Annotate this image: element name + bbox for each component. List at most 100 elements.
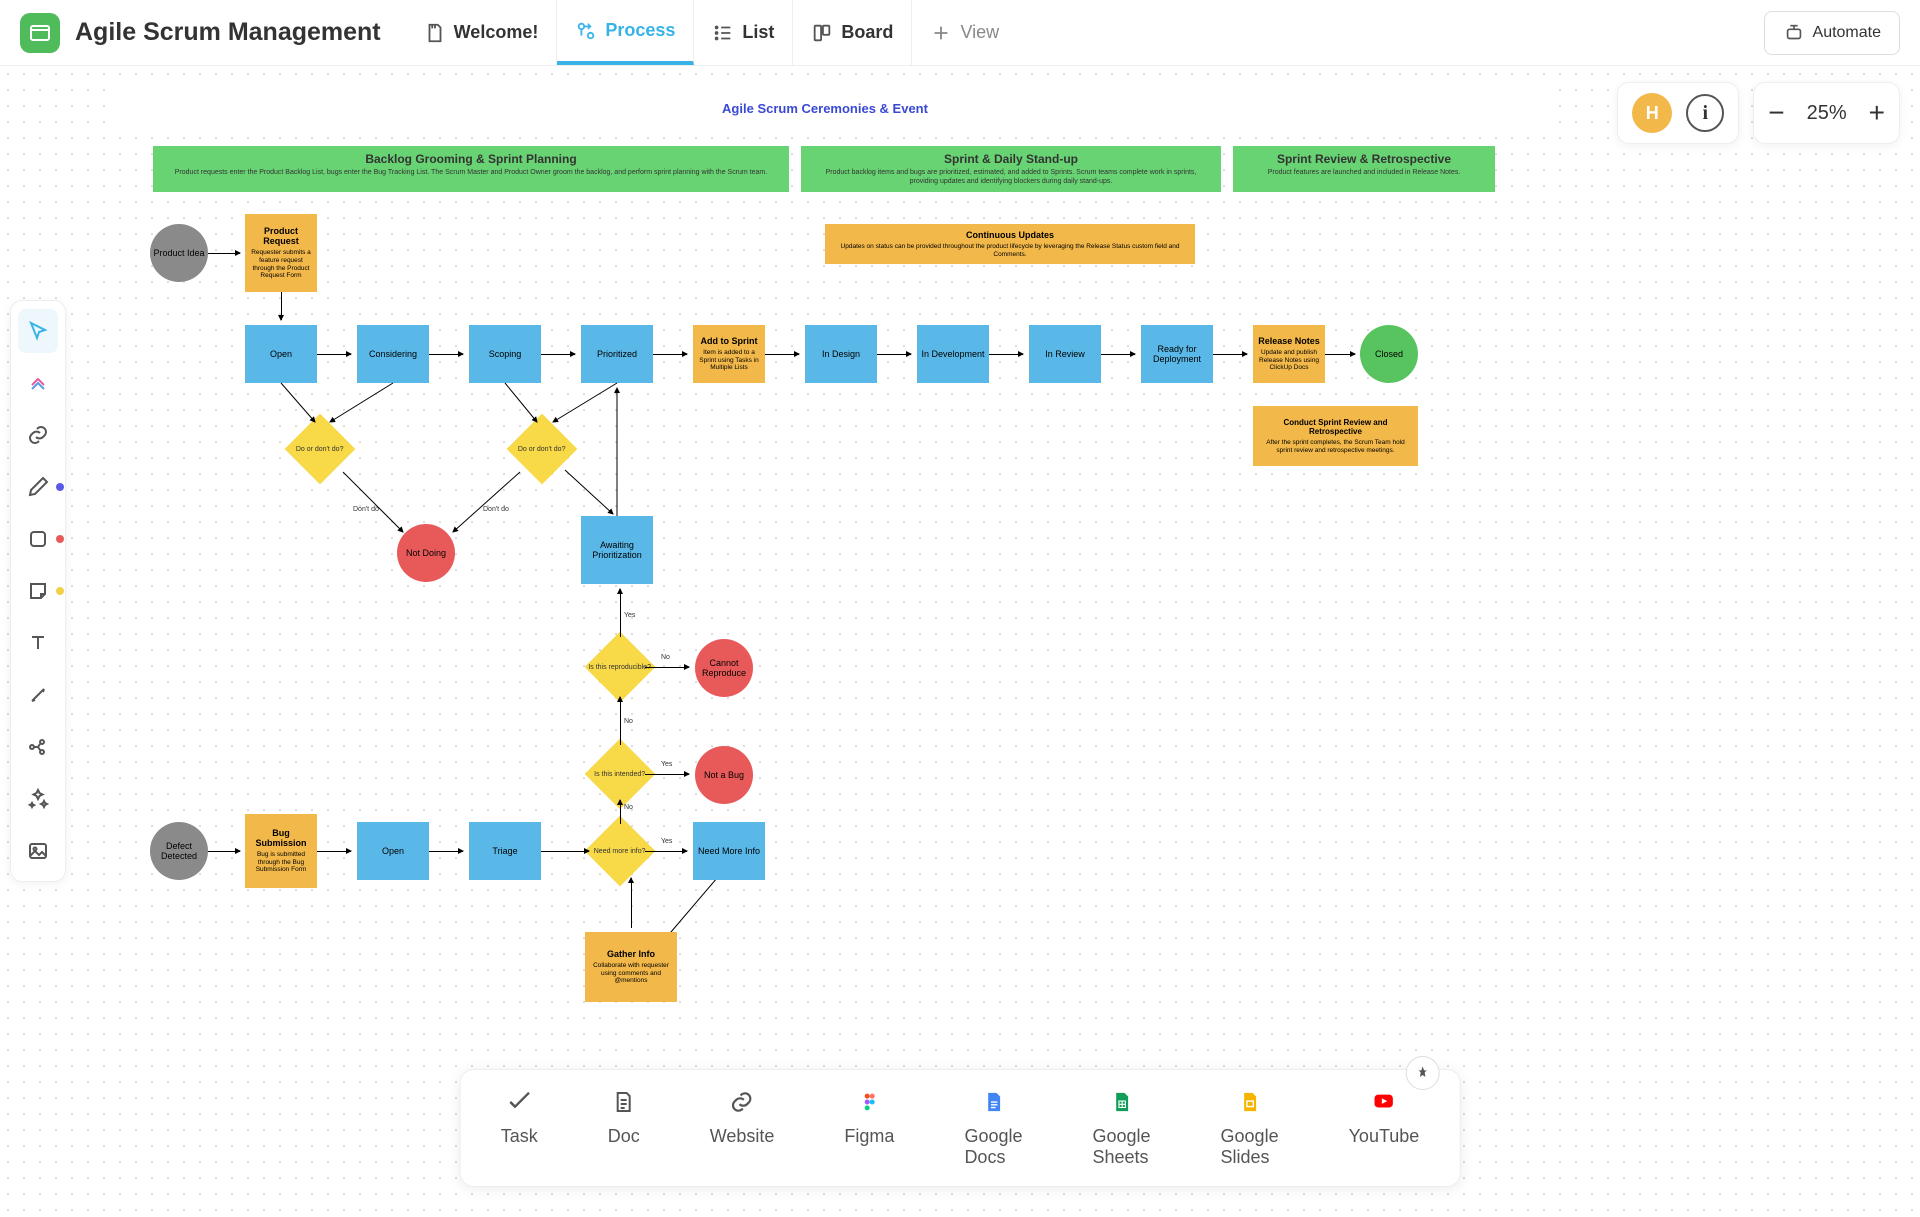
node-add-sprint: Add to Sprint Item is added to a Sprint … (693, 325, 765, 383)
tab-list[interactable]: List (694, 0, 793, 65)
tab-process[interactable]: Process (557, 0, 694, 65)
tab-label: Process (605, 20, 675, 41)
tab-label: View (960, 22, 999, 43)
arrow (765, 354, 799, 355)
zoom-in-button[interactable]: + (1869, 99, 1885, 127)
organize-tool[interactable] (18, 725, 58, 769)
label-dont2: Don't do (483, 506, 509, 513)
top-right-controls: H i − 25% + (1617, 82, 1900, 144)
dock-task[interactable]: Task (501, 1088, 538, 1168)
node-defect: Defect Detected (150, 822, 208, 880)
phase-backlog: Backlog Grooming & Sprint Planning Produ… (153, 146, 789, 192)
arrow (208, 253, 240, 254)
arrow (645, 667, 689, 668)
node-need-more: Need More Info (693, 822, 765, 880)
node-in-review: In Review (1029, 325, 1101, 383)
phase-review: Sprint Review & Retrospective Product fe… (1233, 146, 1495, 192)
arrow (620, 800, 621, 824)
node-retro: Conduct Sprint Review and Retrospective … (1253, 406, 1418, 466)
figma-icon (855, 1088, 883, 1116)
node-notbug: Not a Bug (695, 746, 753, 804)
tab-add-view[interactable]: View (912, 0, 1017, 65)
node-cannot: Cannot Reproduce (695, 639, 753, 697)
arrow (429, 354, 463, 355)
diagram-title-area: Agile Scrum Ceremonies & Event (105, 84, 1545, 132)
select-tool[interactable] (18, 309, 58, 353)
dock-figma[interactable]: Figma (844, 1088, 894, 1168)
node-prioritized: Prioritized (581, 325, 653, 383)
phase-sprint: Sprint & Daily Stand-up Product backlog … (801, 146, 1221, 192)
tab-board[interactable]: Board (793, 0, 912, 65)
gslides-icon (1236, 1088, 1264, 1116)
dock-doc[interactable]: Doc (608, 1088, 640, 1168)
user-pill: H i (1617, 82, 1739, 144)
automate-label: Automate (1813, 24, 1881, 42)
ai-tool[interactable] (18, 777, 58, 821)
automate-button[interactable]: Automate (1764, 11, 1900, 55)
arrow (541, 354, 575, 355)
doc-icon (610, 1088, 638, 1116)
left-toolbar (10, 300, 66, 882)
avatar[interactable]: H (1632, 93, 1672, 133)
node-open: Open (245, 325, 317, 383)
node-not-doing: Not Doing (397, 524, 455, 582)
tabs: Welcome! Process List Board View (406, 0, 1018, 65)
dock-gsheets[interactable]: Google Sheets (1092, 1088, 1150, 1168)
diagram-title: Agile Scrum Ceremonies & Event (722, 101, 928, 116)
node-product-idea: Product Idea (150, 224, 208, 282)
label-yes2: Yes (661, 761, 672, 768)
info-button[interactable]: i (1686, 94, 1724, 132)
arrow (645, 774, 689, 775)
gdocs-icon (979, 1088, 1007, 1116)
zoom-value: 25% (1807, 102, 1847, 125)
link-tool[interactable] (18, 413, 58, 457)
connector-tool[interactable] (18, 673, 58, 717)
arrow (645, 851, 687, 852)
tab-label: Welcome! (454, 22, 539, 43)
gsheets-icon (1108, 1088, 1136, 1116)
youtube-icon (1370, 1088, 1398, 1116)
shape-tool[interactable] (18, 517, 58, 561)
image-tool[interactable] (18, 829, 58, 873)
dock-youtube[interactable]: YouTube (1349, 1088, 1420, 1168)
app-icon (20, 13, 60, 53)
node-continuous-updates: Continuous Updates Updates on status can… (825, 224, 1195, 264)
pen-tool[interactable] (18, 465, 58, 509)
header: Agile Scrum Management Welcome! Process … (0, 0, 1920, 66)
arrow (317, 354, 351, 355)
clickup-tool[interactable] (18, 361, 58, 405)
task-icon (505, 1088, 533, 1116)
node-bug-open: Open (357, 822, 429, 880)
arrow (281, 292, 282, 320)
node-triage: Triage (469, 822, 541, 880)
node-gather: Gather Info Collaborate with requester u… (585, 932, 677, 1002)
dock-gslides[interactable]: Google Slides (1221, 1088, 1279, 1168)
arrow (1213, 354, 1247, 355)
page-title: Agile Scrum Management (75, 18, 381, 47)
zoom-out-button[interactable]: − (1768, 99, 1784, 127)
dock-website[interactable]: Website (710, 1088, 775, 1168)
pin-button[interactable] (1405, 1056, 1439, 1090)
tab-welcome[interactable]: Welcome! (406, 0, 558, 65)
label-yes: Yes (624, 612, 635, 619)
arrow (631, 878, 632, 928)
node-in-dev: In Development (917, 325, 989, 383)
node-awaiting: Awaiting Prioritization (581, 516, 653, 584)
arrow (429, 851, 463, 852)
sticky-tool[interactable] (18, 569, 58, 613)
dock-gdocs[interactable]: Google Docs (964, 1088, 1022, 1168)
label-no2: No (624, 718, 633, 725)
text-tool[interactable] (18, 621, 58, 665)
arrow (208, 851, 240, 852)
node-diamond1: Do or don't do? (285, 414, 356, 485)
node-diamond2: Do or don't do? (507, 414, 578, 485)
zoom-control: − 25% + (1753, 82, 1900, 144)
node-product-request: Product Request Requester submits a feat… (245, 214, 317, 292)
canvas[interactable]: Agile Scrum Ceremonies & Event Backlog G… (0, 66, 1920, 1217)
tab-label: Board (841, 22, 893, 43)
arrow (1325, 354, 1355, 355)
label-no3: No (624, 804, 633, 811)
arrow (620, 697, 621, 745)
node-release: Release Notes Update and publish Release… (1253, 325, 1325, 383)
dock: Task Doc Website Figma Google Docs Googl… (460, 1069, 1461, 1187)
